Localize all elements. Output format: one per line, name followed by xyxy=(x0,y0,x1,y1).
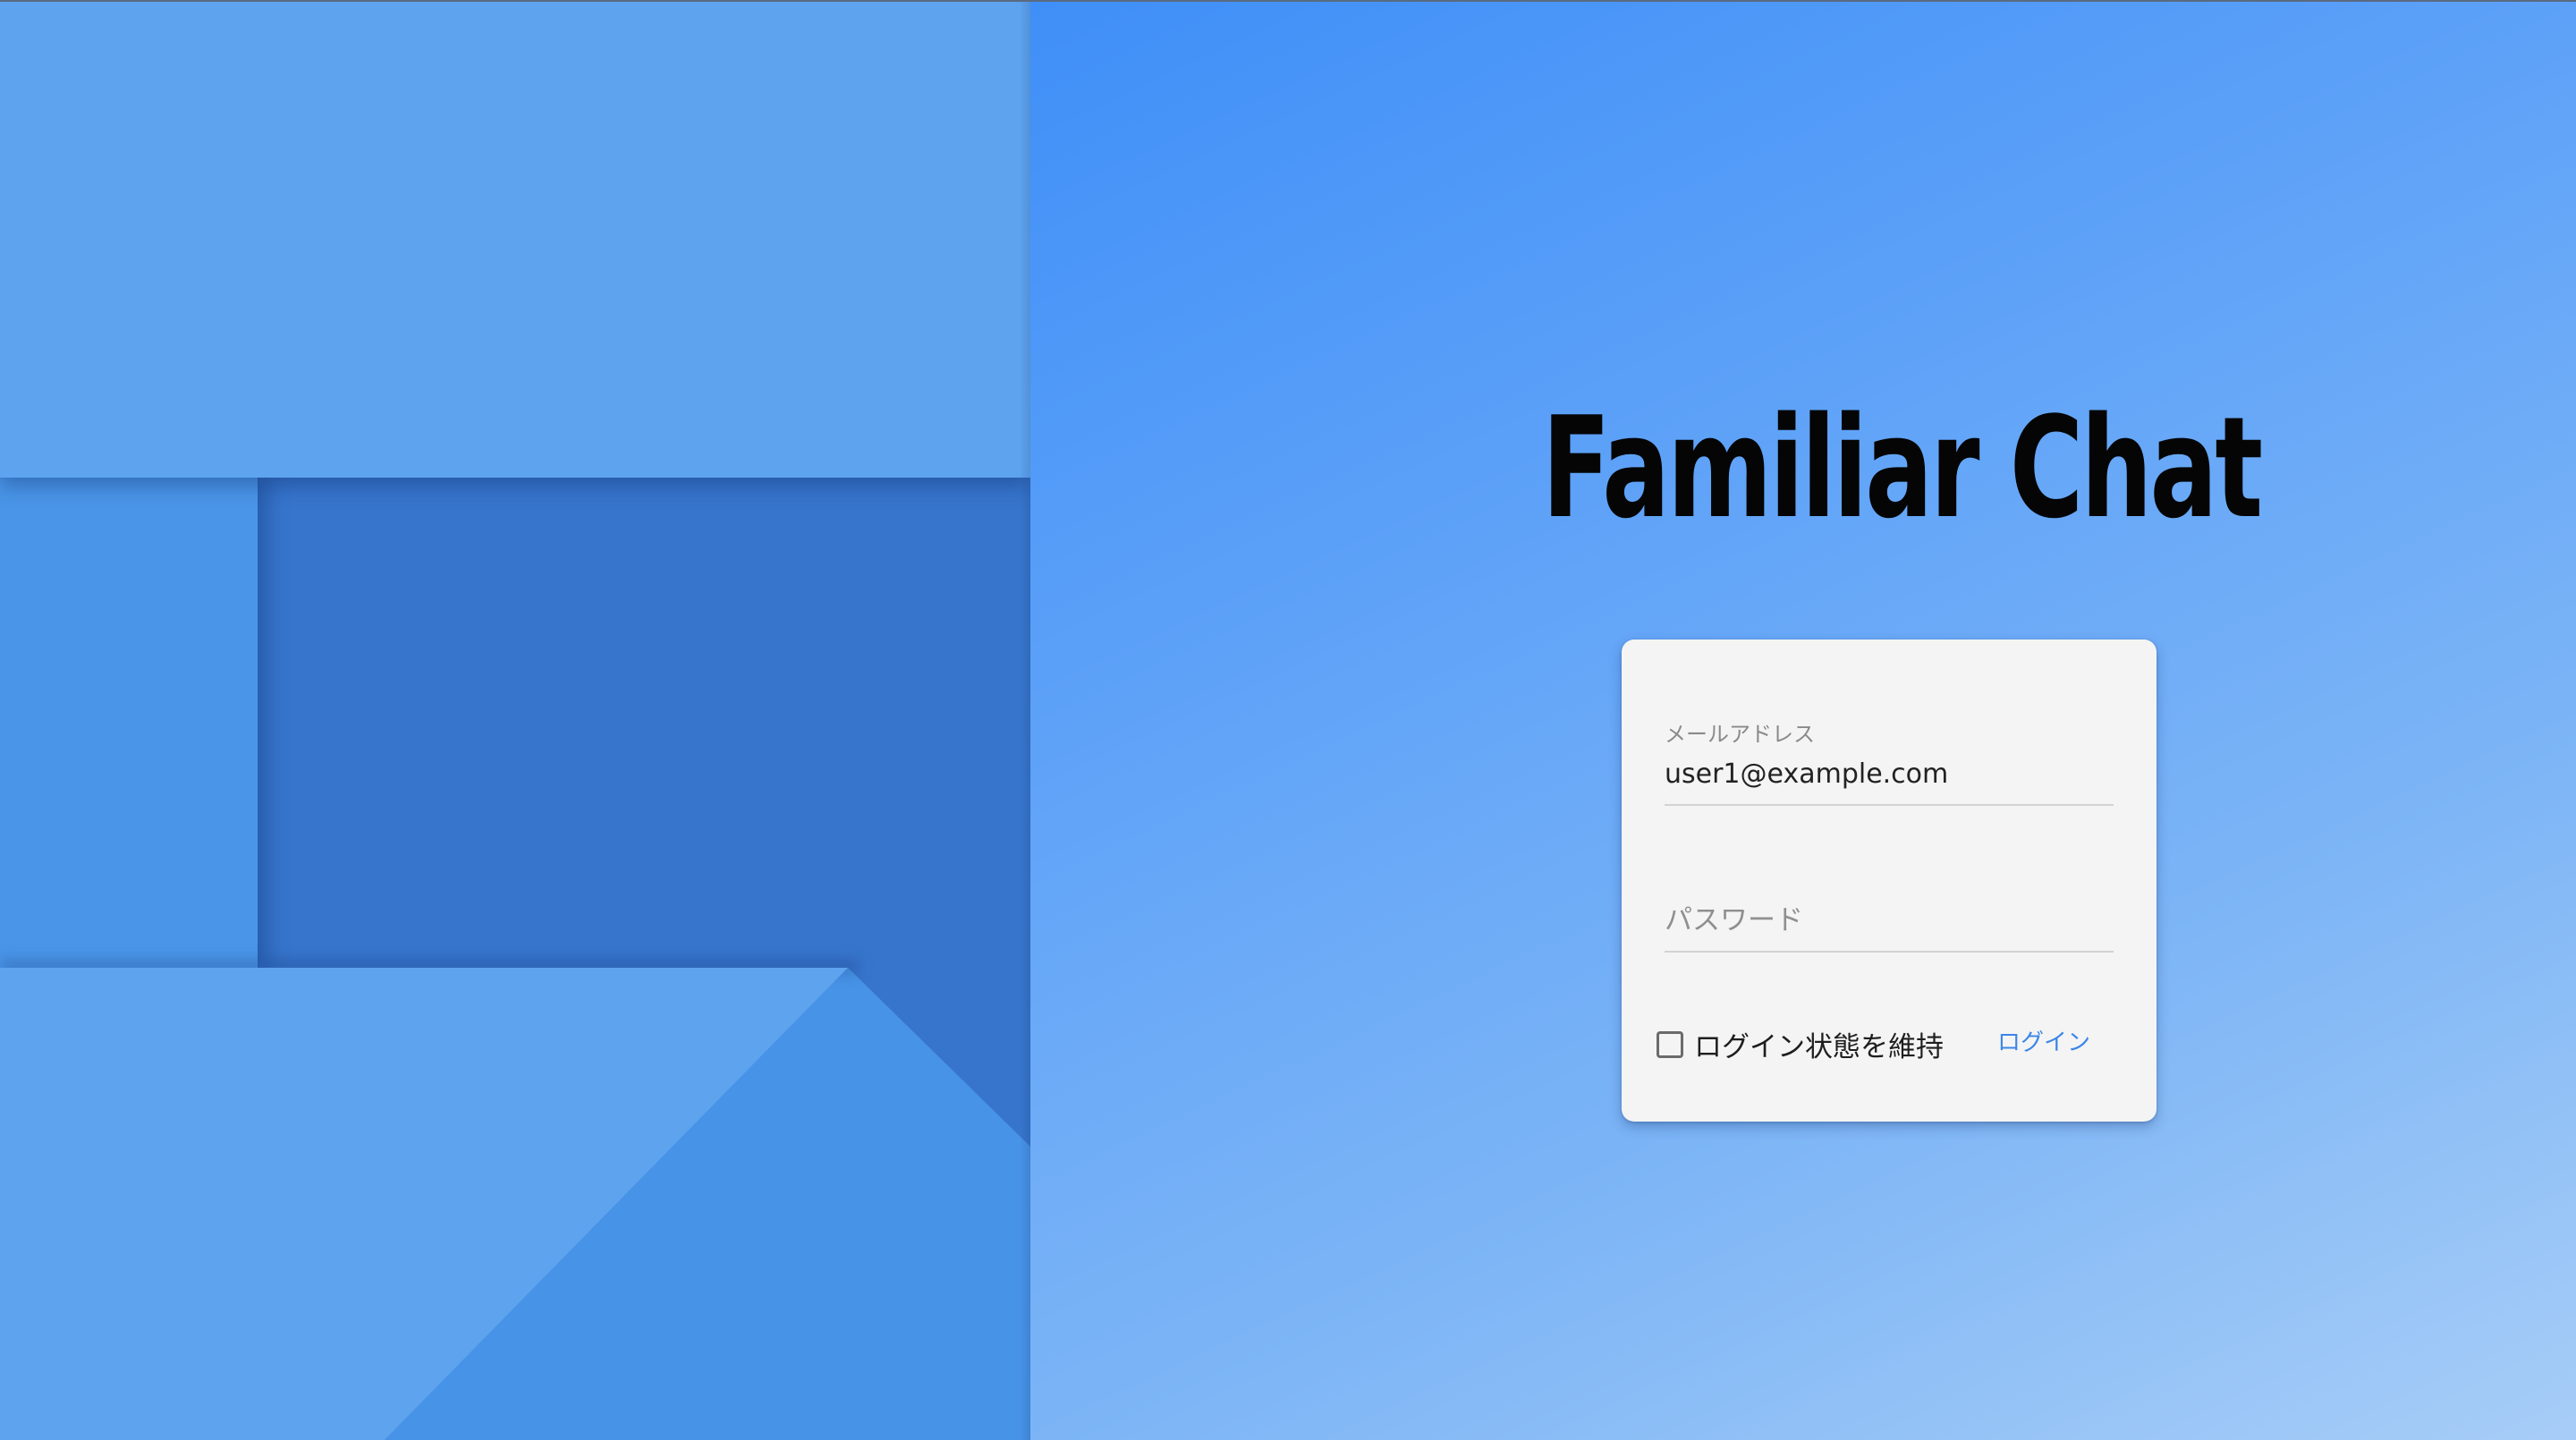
email-field: メールアドレス xyxy=(1665,716,2114,806)
password-field xyxy=(1665,863,2114,953)
login-button[interactable]: ログイン xyxy=(1997,1024,2090,1056)
remember-me-label: ログイン状態を維持 xyxy=(1694,1031,1944,1063)
decorative-edge-shadow xyxy=(1020,2,1030,1440)
email-input[interactable] xyxy=(1665,756,2114,792)
decorative-side-strip xyxy=(0,478,258,968)
email-label: メールアドレス xyxy=(1665,722,1815,747)
password-underline xyxy=(1665,951,2114,953)
decorative-panel xyxy=(0,2,1030,1440)
email-underline xyxy=(1665,804,2114,806)
remember-me-checkbox[interactable]: ログイン状態を維持 xyxy=(1657,1024,1944,1064)
decorative-top-block xyxy=(0,2,1030,478)
app-title: Familiar Chat xyxy=(1542,386,2263,549)
checkbox-box[interactable] xyxy=(1657,1030,1683,1058)
password-input[interactable] xyxy=(1665,901,2114,940)
login-page: Familiar Chat メールアドレス ログイン状態を維持 ログイン xyxy=(0,0,2576,1440)
login-card: メールアドレス ログイン状態を維持 ログイン xyxy=(1622,640,2157,1122)
